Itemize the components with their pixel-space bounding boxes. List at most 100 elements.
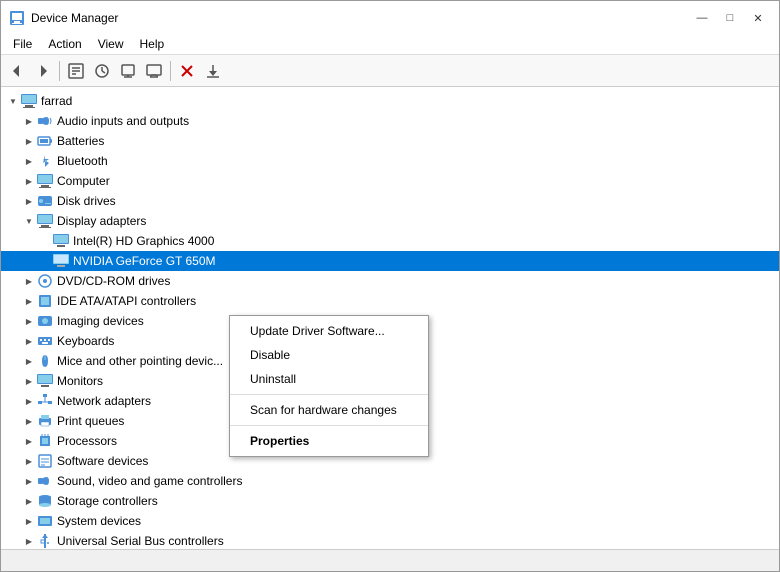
monitors-label: Monitors bbox=[57, 374, 103, 388]
status-bar bbox=[1, 549, 779, 571]
print-icon bbox=[37, 413, 53, 429]
toolbar-sep-1 bbox=[59, 61, 60, 81]
expander-dvd[interactable]: ▶ bbox=[21, 273, 37, 289]
intel-icon bbox=[53, 233, 69, 249]
tree-item-usb[interactable]: ▶ Universal Serial Bus controllers bbox=[1, 531, 779, 549]
toolbar-forward-btn[interactable] bbox=[31, 59, 55, 83]
processors-label: Processors bbox=[57, 434, 117, 448]
minimize-button[interactable]: — bbox=[689, 8, 715, 28]
tree-item-batteries[interactable]: ▶ Batteries bbox=[1, 131, 779, 151]
tree-item-sound[interactable]: ▶ Sound, video and game controllers bbox=[1, 471, 779, 491]
bluetooth-label: Bluetooth bbox=[57, 154, 108, 168]
expander-processors[interactable]: ▶ bbox=[21, 433, 37, 449]
software-icon bbox=[37, 453, 53, 469]
system-icon bbox=[37, 513, 53, 529]
intel-label: Intel(R) HD Graphics 4000 bbox=[73, 234, 214, 248]
sound-icon bbox=[37, 473, 53, 489]
context-menu-item-uninstall[interactable]: Uninstall bbox=[230, 367, 428, 391]
toolbar-computer-btn[interactable] bbox=[142, 59, 166, 83]
processors-icon bbox=[37, 433, 53, 449]
expander-storage[interactable]: ▶ bbox=[21, 493, 37, 509]
network-icon bbox=[37, 393, 53, 409]
expander-bluetooth[interactable]: ▶ bbox=[21, 153, 37, 169]
menu-action[interactable]: Action bbox=[40, 35, 89, 53]
close-button[interactable]: ✕ bbox=[745, 8, 771, 28]
tree-item-ide[interactable]: ▶ IDE ATA/ATAPI controllers bbox=[1, 291, 779, 311]
toolbar-scan-btn[interactable] bbox=[90, 59, 114, 83]
audio-label: Audio inputs and outputs bbox=[57, 114, 189, 128]
batteries-icon bbox=[37, 133, 53, 149]
context-menu-item-scan[interactable]: Scan for hardware changes bbox=[230, 398, 428, 422]
tree-item-intel[interactable]: ▶ Intel(R) HD Graphics 4000 bbox=[1, 231, 779, 251]
usb-icon bbox=[37, 533, 53, 549]
tree-item-diskdrives[interactable]: ▶ Disk drives bbox=[1, 191, 779, 211]
nvidia-icon bbox=[53, 253, 69, 269]
device-tree[interactable]: ▼ farrad ▶ bbox=[1, 87, 779, 549]
menu-help[interactable]: Help bbox=[132, 35, 173, 53]
expander-sound[interactable]: ▶ bbox=[21, 473, 37, 489]
tree-item-system[interactable]: ▶ System devices bbox=[1, 511, 779, 531]
expander-batteries[interactable]: ▶ bbox=[21, 133, 37, 149]
maximize-button[interactable]: □ bbox=[717, 8, 743, 28]
toolbar-uninstall-btn[interactable] bbox=[175, 59, 199, 83]
tree-item-bluetooth[interactable]: ▶ Bluetooth bbox=[1, 151, 779, 171]
content-area: ▼ farrad ▶ bbox=[1, 87, 779, 549]
ide-label: IDE ATA/ATAPI controllers bbox=[57, 294, 196, 308]
mice-label: Mice and other pointing devic... bbox=[57, 354, 223, 368]
expander-display[interactable]: ▼ bbox=[21, 213, 37, 229]
software-label: Software devices bbox=[57, 454, 148, 468]
context-menu-sep-2 bbox=[230, 425, 428, 426]
imaging-label: Imaging devices bbox=[57, 314, 144, 328]
context-menu: Update Driver Software... Disable Uninst… bbox=[229, 315, 429, 457]
print-label: Print queues bbox=[57, 414, 124, 428]
mice-icon bbox=[37, 353, 53, 369]
expander-keyboards[interactable]: ▶ bbox=[21, 333, 37, 349]
menu-file[interactable]: File bbox=[5, 35, 40, 53]
expander-imaging[interactable]: ▶ bbox=[21, 313, 37, 329]
keyboards-icon bbox=[37, 333, 53, 349]
expander-network[interactable]: ▶ bbox=[21, 393, 37, 409]
keyboards-label: Keyboards bbox=[57, 334, 114, 348]
context-menu-item-properties[interactable]: Properties bbox=[230, 429, 428, 453]
tree-item-dvd[interactable]: ▶ DVD/CD-ROM drives bbox=[1, 271, 779, 291]
expander-root[interactable]: ▼ bbox=[5, 93, 21, 109]
toolbar-back-btn[interactable] bbox=[5, 59, 29, 83]
tree-item-storage[interactable]: ▶ Storage controllers bbox=[1, 491, 779, 511]
window-title: Device Manager bbox=[31, 11, 689, 25]
diskdrives-label: Disk drives bbox=[57, 194, 116, 208]
imaging-icon bbox=[37, 313, 53, 329]
expander-system[interactable]: ▶ bbox=[21, 513, 37, 529]
storage-icon bbox=[37, 493, 53, 509]
expander-computer[interactable]: ▶ bbox=[21, 173, 37, 189]
expander-monitors[interactable]: ▶ bbox=[21, 373, 37, 389]
context-menu-item-update[interactable]: Update Driver Software... bbox=[230, 319, 428, 343]
expander-software[interactable]: ▶ bbox=[21, 453, 37, 469]
computer-label: Computer bbox=[57, 174, 110, 188]
display-icon bbox=[37, 213, 53, 229]
system-label: System devices bbox=[57, 514, 141, 528]
expander-usb[interactable]: ▶ bbox=[21, 533, 37, 549]
tree-item-display[interactable]: ▼ Display adapters bbox=[1, 211, 779, 231]
tree-item-nvidia[interactable]: ▶ NVIDIA GeForce GT 650M bbox=[1, 251, 779, 271]
menu-bar: File Action View Help bbox=[1, 33, 779, 55]
expander-audio[interactable]: ▶ bbox=[21, 113, 37, 129]
dvd-icon bbox=[37, 273, 53, 289]
window-icon bbox=[9, 10, 25, 26]
expander-diskdrives[interactable]: ▶ bbox=[21, 193, 37, 209]
dvd-label: DVD/CD-ROM drives bbox=[57, 274, 170, 288]
toolbar-update-btn[interactable] bbox=[116, 59, 140, 83]
toolbar bbox=[1, 55, 779, 87]
tree-item-audio[interactable]: ▶ Audio inputs and outputs bbox=[1, 111, 779, 131]
tree-item-root[interactable]: ▼ farrad bbox=[1, 91, 779, 111]
context-menu-item-disable[interactable]: Disable bbox=[230, 343, 428, 367]
bluetooth-icon bbox=[37, 153, 53, 169]
expander-ide[interactable]: ▶ bbox=[21, 293, 37, 309]
root-label: farrad bbox=[41, 94, 72, 108]
toolbar-download-btn[interactable] bbox=[201, 59, 225, 83]
expander-mice[interactable]: ▶ bbox=[21, 353, 37, 369]
expander-print[interactable]: ▶ bbox=[21, 413, 37, 429]
toolbar-properties-btn[interactable] bbox=[64, 59, 88, 83]
tree-item-computer[interactable]: ▶ Computer bbox=[1, 171, 779, 191]
menu-view[interactable]: View bbox=[90, 35, 132, 53]
device-manager-window: Device Manager — □ ✕ File Action View He… bbox=[0, 0, 780, 572]
